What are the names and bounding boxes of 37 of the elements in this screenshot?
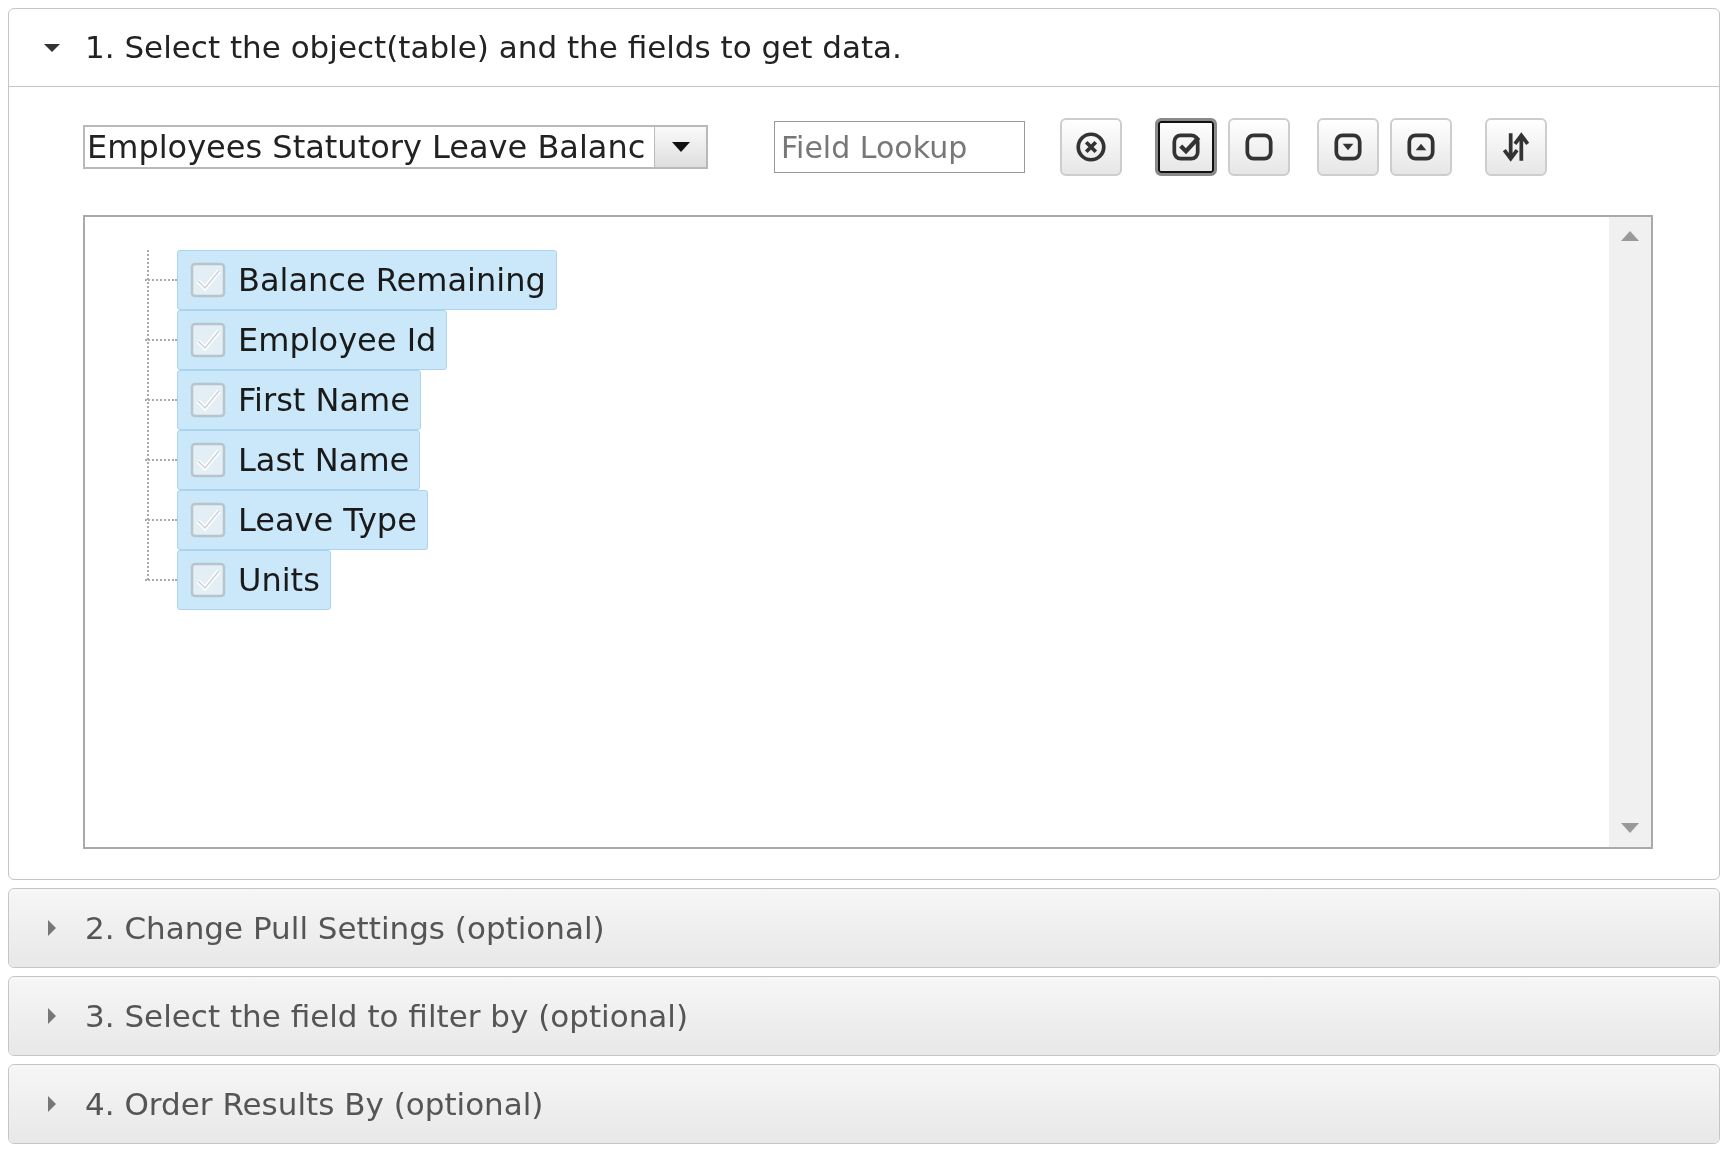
checked-box-icon	[1169, 130, 1203, 164]
section-title: 2. Change Pull Settings (optional)	[85, 908, 605, 948]
section-header[interactable]: 3. Select the field to filter by (optional)	[9, 977, 1719, 1055]
down-box-icon	[1331, 130, 1365, 164]
field-tree-item[interactable]: Units	[177, 550, 331, 610]
section-title: 3. Select the field to filter by (optional)	[85, 996, 689, 1036]
checked-checkbox[interactable]	[190, 442, 226, 478]
down-box-button[interactable]	[1317, 118, 1379, 176]
section-title: 1. Select the object(table) and the fields to get data.	[85, 28, 902, 68]
field-tree-item[interactable]: Employee Id	[177, 310, 448, 370]
dropdown-caret-icon	[671, 142, 690, 152]
field-tree-item[interactable]: Last Name	[177, 430, 421, 490]
section-header[interactable]: 4. Order Results By (optional)	[9, 1065, 1719, 1143]
section-header[interactable]: 1. Select the object(table) and the fields to get data.	[9, 9, 1719, 87]
field-tree-item[interactable]: Leave Type	[177, 490, 428, 550]
checked-checkbox[interactable]	[190, 322, 226, 358]
scroll-down-icon[interactable]	[1621, 823, 1639, 833]
section-title: 4. Order Results By (optional)	[85, 1084, 544, 1124]
section-header[interactable]: 2. Change Pull Settings (optional)	[9, 889, 1719, 967]
field-lookup-input[interactable]: Field Lookup	[774, 121, 1025, 173]
scrollbar[interactable]	[1609, 217, 1651, 847]
x-circle-icon	[1074, 130, 1108, 164]
checked-checkbox[interactable]	[190, 382, 226, 418]
empty-box-icon	[1242, 130, 1276, 164]
field-tree-item[interactable]: First Name	[177, 370, 421, 430]
up-box-button[interactable]	[1390, 118, 1452, 176]
x-circle-button[interactable]	[1060, 118, 1122, 176]
checked-box-button[interactable]	[1155, 118, 1217, 176]
sort-arrows-button[interactable]	[1485, 118, 1547, 176]
checked-checkbox[interactable]	[190, 502, 226, 538]
field-tree-item[interactable]: Balance Remaining	[177, 250, 557, 310]
up-box-icon	[1404, 130, 1438, 164]
object-dropdown[interactable]: Employees Statutory Leave Balanc	[83, 125, 708, 169]
checked-checkbox[interactable]	[190, 562, 226, 598]
empty-box-button[interactable]	[1228, 118, 1290, 176]
checked-checkbox[interactable]	[190, 262, 226, 298]
scroll-up-icon[interactable]	[1621, 231, 1639, 241]
